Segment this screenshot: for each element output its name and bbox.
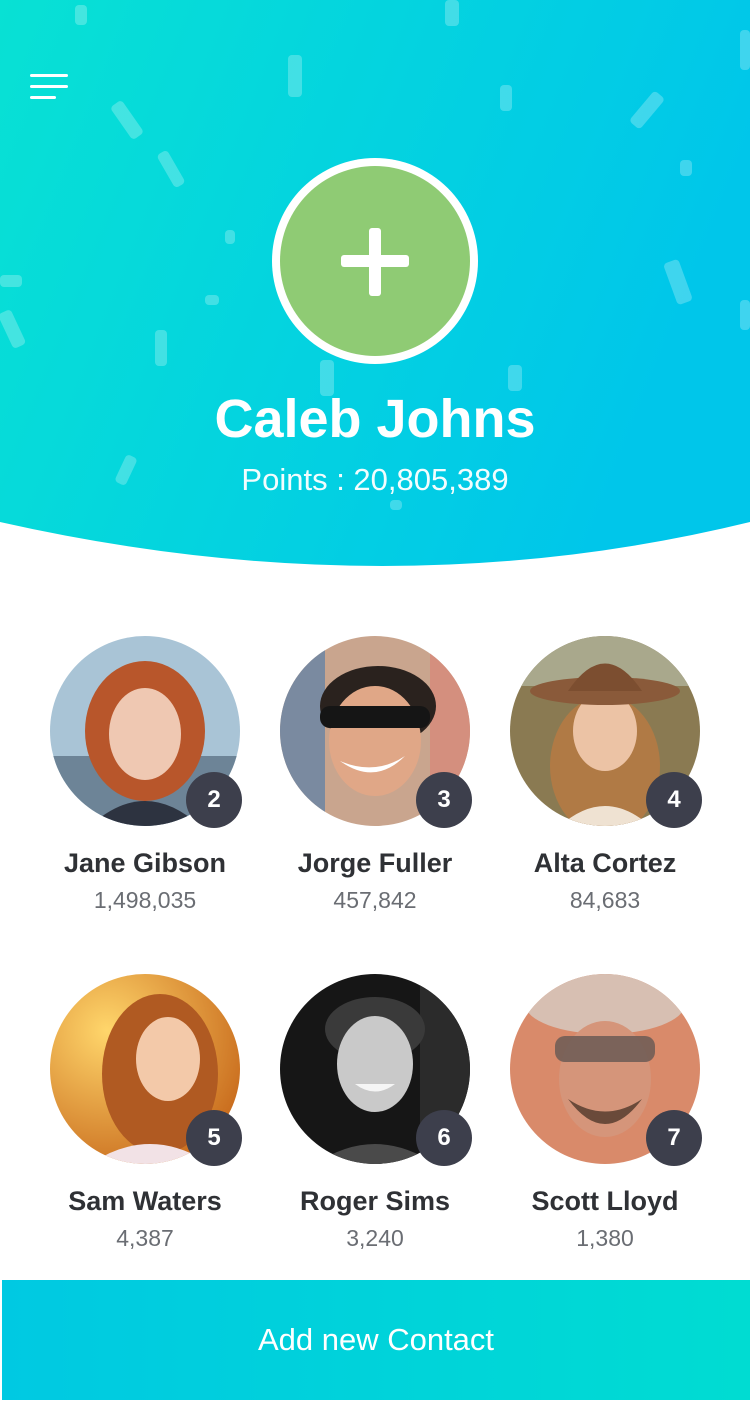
contact-card[interactable]: 3 Jorge Fuller 457,842	[260, 636, 490, 914]
contact-name: Jane Gibson	[63, 848, 227, 878]
menu-button[interactable]	[28, 70, 72, 106]
contact-score: 3,240	[346, 1225, 404, 1251]
contact-card[interactable]: 4 Alta Cortez 84,683	[490, 636, 720, 914]
profile-header: Caleb Johns Points : 20,805,389	[0, 0, 750, 580]
contact-score: 1,498,035	[93, 887, 197, 913]
contact-score: 1,380	[576, 1225, 634, 1251]
contact-card[interactable]: 7 Scott Lloyd 1,380	[490, 974, 720, 1252]
rank-badge: 7	[646, 1110, 702, 1166]
contact-name: Sam Waters	[68, 1186, 222, 1216]
contact-card[interactable]: 5 Sam Waters 4,387	[30, 974, 260, 1252]
contact-name: Scott Lloyd	[531, 1186, 679, 1216]
contact-score: 4,387	[116, 1225, 174, 1251]
rank-badge: 5	[186, 1110, 242, 1166]
profile-points: Points : 20,805,389	[241, 462, 509, 497]
avatar: 3	[280, 636, 472, 828]
rank-badge: 3	[416, 772, 472, 828]
menu-line	[30, 96, 56, 99]
avatar: 2	[50, 636, 242, 828]
hamburger-menu-icon	[30, 74, 68, 77]
rank-badge: 2	[186, 772, 242, 828]
contact-score: 84,683	[569, 887, 641, 913]
add-photo-button[interactable]	[272, 158, 478, 364]
avatar: 5	[50, 974, 242, 1166]
avatar: 7	[510, 974, 702, 1166]
plus-icon-bar	[341, 255, 409, 267]
contact-name: Roger Sims	[299, 1186, 451, 1216]
rank-badge: 4	[646, 772, 702, 828]
contact-name: Jorge Fuller	[297, 848, 453, 878]
avatar: 6	[280, 974, 472, 1166]
add-photo-circle	[280, 166, 470, 356]
profile-name: Caleb Johns	[214, 389, 536, 449]
rank-badge: 6	[416, 1110, 472, 1166]
menu-line	[30, 85, 68, 88]
contact-card[interactable]: 6 Roger Sims 3,240	[260, 974, 490, 1252]
add-contact-button[interactable]: Add new Contact	[2, 1280, 750, 1400]
avatar: 4	[510, 636, 702, 828]
contact-score: 457,842	[333, 887, 417, 913]
contact-name: Alta Cortez	[533, 848, 677, 878]
contact-card[interactable]: 2 Jane Gibson 1,498,035	[30, 636, 260, 914]
